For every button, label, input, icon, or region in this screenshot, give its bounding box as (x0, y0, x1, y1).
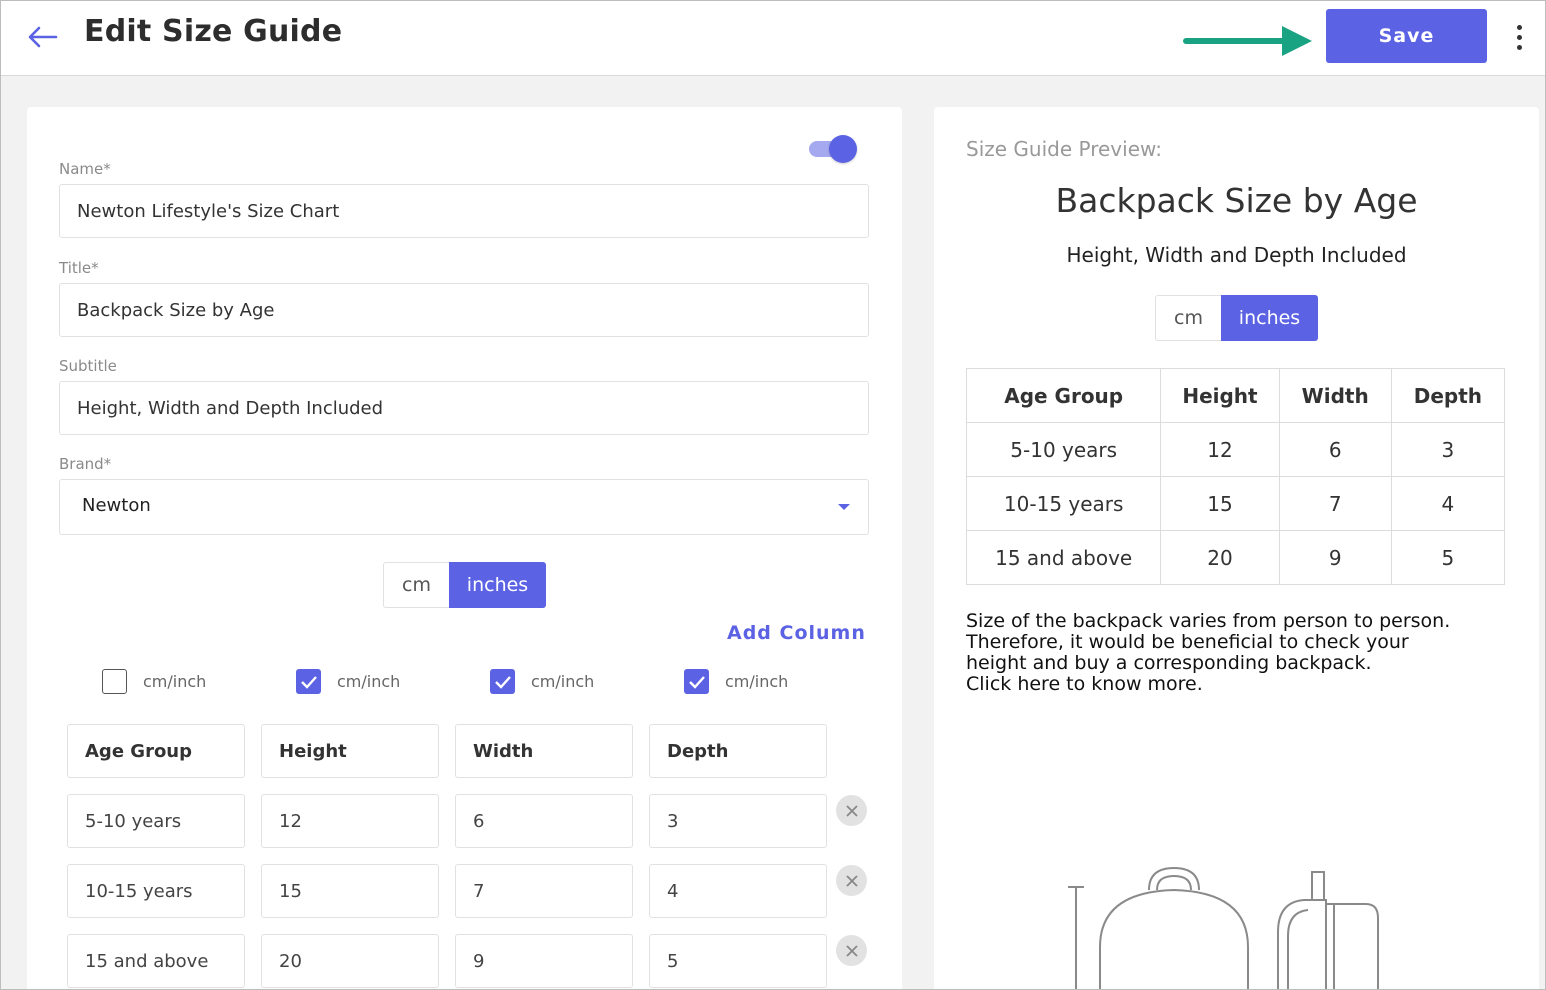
table-row: 10-15 years 15 7 4 (965, 476, 1506, 531)
unit-inches-button[interactable]: inches (449, 562, 546, 608)
row-2-depth-input[interactable] (649, 864, 827, 918)
name-label: Name* (59, 160, 111, 178)
brand-label: Brand* (59, 455, 112, 473)
page-title: Edit Size Guide (84, 14, 343, 49)
checkmark-icon (688, 675, 705, 689)
table-cell: 20 (1160, 530, 1280, 585)
table-cell: 15 (1160, 476, 1280, 531)
column-header-age-group[interactable]: Age Group (67, 724, 245, 778)
table-cell: 10-15 years (965, 476, 1162, 531)
column-unit-label: cm/inch (337, 672, 401, 691)
column-unit-checkbox-4[interactable]: cm/inch (684, 669, 788, 694)
arrow-left-icon (28, 26, 58, 48)
preview-label: Size Guide Preview: (966, 137, 1162, 161)
form-unit-toggle: cm inches (383, 562, 546, 608)
checkbox[interactable] (296, 669, 321, 694)
annotation-arrow-icon (1183, 26, 1312, 56)
preview-note-line: height and buy a corresponding backpack. (966, 652, 1372, 674)
table-header-cell: Depth (1390, 368, 1506, 423)
preview-subtitle: Height, Width and Depth Included (1066, 243, 1407, 267)
table-cell: 9 (1278, 530, 1392, 585)
preview-unit-toggle: cm inches (1155, 295, 1318, 341)
preview-title: Backpack Size by Age (1055, 181, 1418, 220)
row-2-width-input[interactable] (455, 864, 633, 918)
table-header-cell: Width (1278, 368, 1392, 423)
table-cell: 3 (1390, 422, 1506, 477)
column-unit-label: cm/inch (725, 672, 789, 691)
row-1-height-input[interactable] (261, 794, 439, 848)
save-button[interactable]: Save (1326, 9, 1487, 63)
row-3-width-input[interactable] (455, 934, 633, 988)
checkmark-icon (300, 675, 317, 689)
add-column-button[interactable]: Add Column (727, 622, 866, 644)
title-input[interactable] (59, 283, 869, 337)
preview-size-table: Age Group Height Width Depth 5-10 years … (965, 368, 1506, 585)
table-cell: 4 (1390, 476, 1506, 531)
close-icon (845, 804, 858, 817)
table-cell: 5 (1390, 530, 1506, 585)
column-header-height[interactable]: Height (261, 724, 439, 778)
title-label: Title* (59, 259, 99, 277)
enabled-toggle[interactable] (809, 135, 857, 163)
preview-note-line: Size of the backpack varies from person … (966, 610, 1451, 632)
table-header-cell: Height (1160, 368, 1280, 423)
preview-note-link[interactable]: Click here to know more. (966, 674, 1526, 695)
close-icon (845, 874, 858, 887)
checkmark-icon (494, 675, 511, 689)
subtitle-label: Subtitle (59, 357, 117, 375)
table-cell: 5-10 years (965, 422, 1162, 477)
table-cell: 6 (1278, 422, 1392, 477)
close-icon (845, 944, 858, 957)
table-row: 15 and above 20 9 5 (965, 530, 1506, 585)
remove-row-button[interactable] (836, 795, 867, 826)
brand-select[interactable]: Newton (59, 479, 869, 535)
back-button[interactable] (22, 20, 62, 54)
table-header-row: Age Group Height Width Depth (965, 368, 1506, 423)
preview-note: Size of the backpack varies from person … (966, 611, 1526, 695)
size-guide-preview: Size Guide Preview: Backpack Size by Age… (934, 107, 1539, 990)
checkbox[interactable] (684, 669, 709, 694)
checkbox[interactable] (102, 669, 127, 694)
column-unit-checkbox-3[interactable]: cm/inch (490, 669, 594, 694)
row-3-age-group-input[interactable] (67, 934, 245, 988)
row-2-age-group-input[interactable] (67, 864, 245, 918)
chevron-down-icon (838, 504, 850, 510)
row-1-depth-input[interactable] (649, 794, 827, 848)
row-2-height-input[interactable] (261, 864, 439, 918)
brand-select-value: Newton (82, 495, 151, 516)
row-1-age-group-input[interactable] (67, 794, 245, 848)
more-vertical-icon[interactable] (1508, 20, 1530, 54)
preview-unit-inches-button[interactable]: inches (1221, 295, 1318, 341)
row-3-depth-input[interactable] (649, 934, 827, 988)
table-cell: 15 and above (965, 530, 1162, 585)
column-header-depth[interactable]: Depth (649, 724, 827, 778)
remove-row-button[interactable] (836, 935, 867, 966)
size-guide-form: Name* Title* Subtitle Brand* Newton cm i… (27, 107, 902, 990)
column-unit-checkbox-2[interactable]: cm/inch (296, 669, 400, 694)
backpack-illustration-icon (1068, 866, 1379, 990)
remove-row-button[interactable] (836, 865, 867, 896)
name-input[interactable] (59, 184, 869, 238)
table-cell: 7 (1278, 476, 1392, 531)
table-header-cell: Age Group (965, 368, 1162, 423)
column-unit-label: cm/inch (531, 672, 595, 691)
column-unit-checkbox-1[interactable]: cm/inch (102, 669, 206, 694)
table-cell: 12 (1160, 422, 1280, 477)
top-bar: Edit Size Guide Save (0, 0, 1546, 76)
checkbox[interactable] (490, 669, 515, 694)
preview-note-line: Therefore, it would be beneficial to che… (966, 631, 1409, 653)
row-3-height-input[interactable] (261, 934, 439, 988)
table-row: 5-10 years 12 6 3 (965, 422, 1506, 477)
column-header-width[interactable]: Width (455, 724, 633, 778)
preview-unit-cm-button[interactable]: cm (1155, 295, 1221, 341)
subtitle-input[interactable] (59, 381, 869, 435)
column-unit-label: cm/inch (143, 672, 207, 691)
unit-cm-button[interactable]: cm (383, 562, 449, 608)
row-1-width-input[interactable] (455, 794, 633, 848)
